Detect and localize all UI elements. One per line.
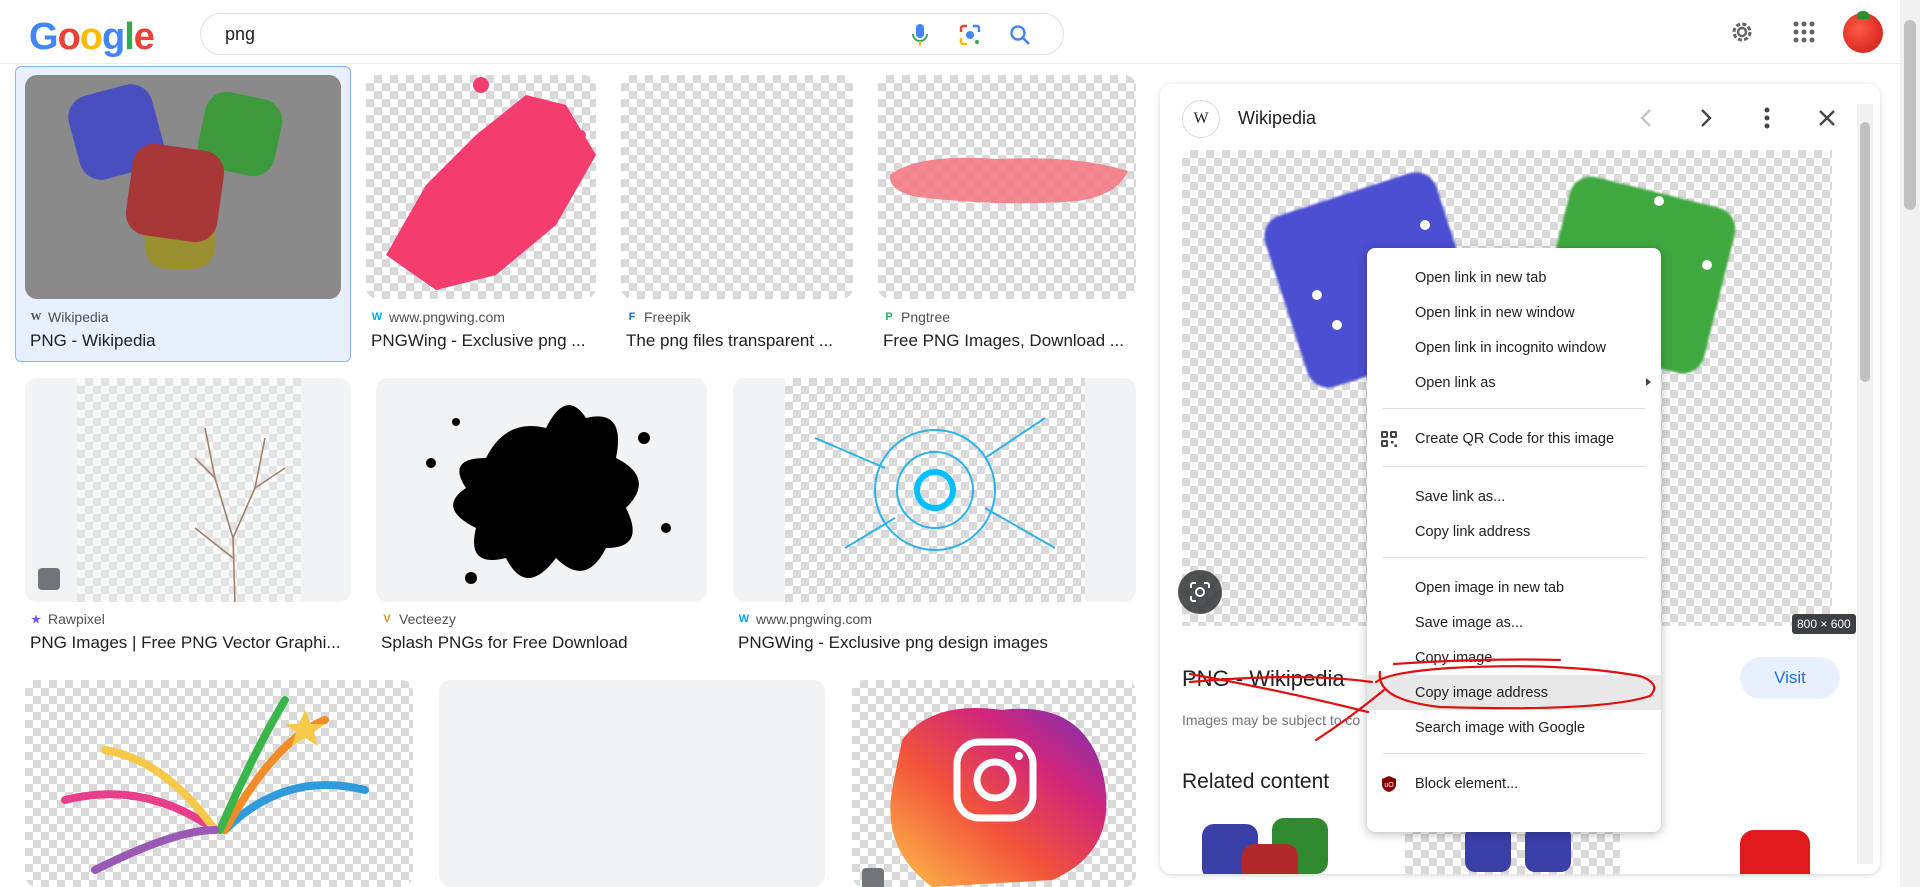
red-annotation-scribble	[1188, 658, 1656, 742]
